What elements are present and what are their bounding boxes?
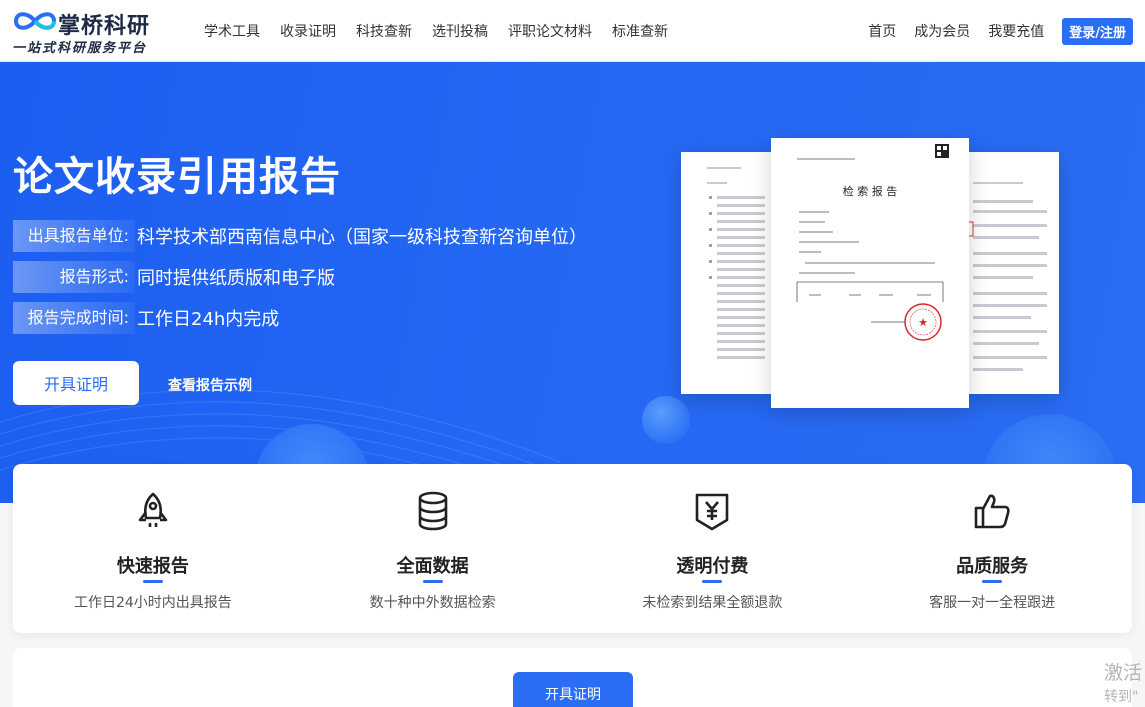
svg-text:检 索 报 告: 检 索 报 告 [843,184,898,198]
view-sample-report-link[interactable]: 查看报告示例 [168,375,252,395]
info-value: 同时提供纸质版和电子版 [137,268,335,289]
brand-slogan: 一站式科研服务平台 [12,41,148,56]
feature-desc: 数十种中外数据检索 [369,595,496,611]
user-nav: 首页 成为会员 我要充值 登录/注册 [868,0,1133,62]
feature-title: 透明付费 [676,556,749,577]
nav-novelty-search[interactable]: 科技查新 [356,21,412,41]
nav-recharge[interactable]: 我要充值 [988,21,1044,41]
activation-watermark-text: 转到" [1104,689,1139,705]
feature-title: 快速报告 [116,556,189,577]
feature-transparent-pricing: 透明付费 未检索到结果全额退款 [573,464,853,633]
feature-underline [982,580,1003,583]
nav-standard-search[interactable]: 标准查新 [612,21,668,41]
document-lines-graphic [966,182,1047,371]
feature-desc: 工作日24小时内出具报告 [73,595,232,611]
feature-title: 品质服务 [956,556,1029,577]
activation-watermark-title: 激活 [1104,662,1143,684]
nav-academic-tools[interactable]: 学术工具 [204,21,260,41]
thumbs-up-icon [974,494,1010,529]
rocket-icon [138,492,168,527]
report-sample-left [681,152,773,394]
features-panel: 快速报告 工作日24小时内出具报告 全面数据 数十种中外数据检索 透明付费 未检… [13,464,1132,633]
info-label: 报告完成时间: [13,302,135,334]
nav-home[interactable]: 首页 [868,21,896,41]
brand-logo[interactable]: 掌桥科研 一站式科研服务平台 [12,6,172,56]
nav-become-member[interactable]: 成为会员 [914,21,970,41]
search-report-graphic: 检 索 报 告 ★ [796,144,949,341]
bottom-issue-proof-button[interactable]: 开具证明 [513,672,633,707]
info-value: 科学技术部西南信息中心（国家一级科技查新咨询单位） [137,227,587,248]
info-row-format: 报告形式: 同时提供纸质版和电子版 [13,261,335,293]
login-register-button[interactable]: 登录/注册 [1062,17,1133,45]
info-row-completion: 报告完成时间: 工作日24h内完成 [13,302,279,334]
hero-banner: 论文收录引用报告 出具报告单位: 科学技术部西南信息中心（国家一级科技查新咨询单… [0,62,1145,503]
info-label: 报告形式: [13,261,135,293]
top-header: 掌桥科研 一站式科研服务平台 学术工具 收录证明 科技查新 选刊投稿 评职论文材… [0,0,1145,62]
feature-desc: 客服一对一全程跟进 [929,595,1056,611]
feature-quality-service: 品质服务 客服一对一全程跟进 [852,464,1132,633]
info-label: 出具报告单位: [13,220,135,252]
svg-text:★: ★ [918,316,928,329]
info-row-issuer: 出具报告单位: 科学技术部西南信息中心（国家一级科技查新咨询单位） [13,220,587,252]
feature-comprehensive-data: 全面数据 数十种中外数据检索 [293,464,573,633]
brand-name: 掌桥科研 [58,14,151,39]
document-lines-graphic [707,167,765,359]
nav-title-materials[interactable]: 评职论文材料 [508,21,592,41]
feature-desc: 未检索到结果全额退款 [642,595,783,611]
main-nav: 学术工具 收录证明 科技查新 选刊投稿 评职论文材料 标准查新 [204,0,688,62]
hero-title: 论文收录引用报告 [13,154,341,200]
nav-inclusion-proof[interactable]: 收录证明 [280,21,336,41]
database-icon [418,491,447,531]
feature-fast-report: 快速报告 工作日24小时内出具报告 [13,464,293,633]
report-sample-right [966,152,1059,394]
logo-infinity-icon [13,12,57,30]
feature-underline [702,580,723,583]
feature-title: 全面数据 [396,556,469,577]
report-sample-center: 检 索 报 告 ★ [771,138,969,408]
feature-underline [422,580,443,583]
nav-journal-submission[interactable]: 选刊投稿 [432,21,488,41]
info-value: 工作日24h内完成 [137,309,280,330]
yen-shield-icon [696,493,729,531]
issue-proof-button[interactable]: 开具证明 [13,361,139,405]
feature-underline [142,580,163,583]
